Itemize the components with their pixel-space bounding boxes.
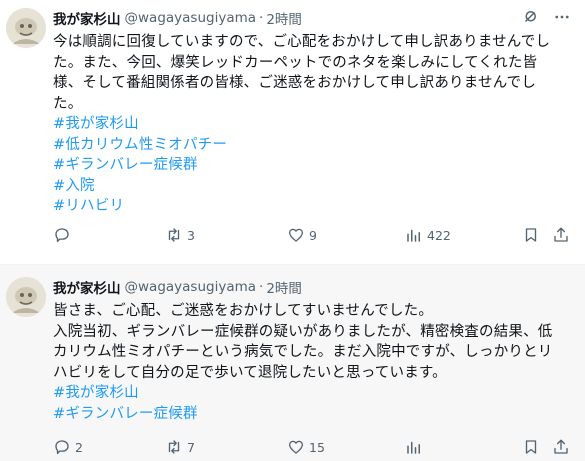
bookmark-icon [525, 440, 537, 454]
heart-icon [288, 228, 304, 242]
tweet-actions: 3 9 422 [0, 226, 585, 246]
like-count: 9 [309, 227, 317, 243]
tweet-header: 我が家杉山 @wagayasugiyama · 2時間 [53, 8, 573, 28]
views-icon [407, 229, 420, 242]
views-count: 422 [427, 227, 451, 243]
bookmark-button[interactable] [522, 438, 540, 456]
avatar-illustration-icon [6, 277, 46, 317]
retweet-icon [168, 440, 180, 454]
bookmark-button[interactable] [522, 226, 540, 244]
timestamp[interactable]: 2時間 [266, 277, 302, 297]
hashtag-link[interactable]: #ギランバレー症候群 [53, 155, 573, 176]
hashtag-link[interactable]: #リハビリ [53, 196, 573, 217]
user-handle[interactable]: @wagayasugiyama [125, 10, 257, 26]
avatar-illustration-icon [6, 8, 46, 48]
more-icon[interactable] [553, 8, 571, 26]
display-name[interactable]: 我が家杉山 [53, 8, 121, 28]
display-name[interactable]: 我が家杉山 [53, 277, 121, 297]
tweet-text-line: 皆さま、ご心配、ご迷惑をおかけしてすいませんでした。 [53, 303, 434, 319]
hashtag-link[interactable]: #我が家杉山 [53, 383, 573, 404]
tweet-header: 我が家杉山 @wagayasugiyama · 2時間 [53, 277, 573, 297]
tweet[interactable]: 我が家杉山 @wagayasugiyama · 2時間 皆さま、ご心配、ご迷惑を… [0, 265, 585, 461]
tweet-text-line: た。また、今回、爆笑レッドカーペットでのネタを楽しみにしてくれた皆 [53, 54, 538, 71]
views-button[interactable] [405, 438, 427, 456]
reply-count: 2 [75, 439, 83, 455]
tweet-content: 我が家杉山 @wagayasugiyama · 2時間 皆さま、ご心配、ご迷惑を… [53, 277, 573, 424]
hashtag-link[interactable]: #我が家杉山 [53, 114, 573, 135]
tweet[interactable]: 我が家杉山 @wagayasugiyama · 2時間 今は順調に回復しています… [0, 0, 585, 265]
tweet-text-line: 今は順調に回復していますので、ご心配をおかけして申し訳ありませんでし [53, 34, 551, 50]
hashtag-link[interactable]: #低カリウム性ミオパチー [53, 135, 573, 156]
separator-dot: · [259, 279, 264, 295]
reply-button[interactable] [53, 226, 75, 244]
tweet-text-line: 様、そして番組関係者の皆様、ご迷惑をおかけして申し訳ありませんでし [53, 75, 537, 91]
timestamp[interactable]: 2時間 [266, 8, 302, 28]
tweet-text-line: ハビリをして自分の足で歩いて退院したいと思っています。 [53, 364, 447, 381]
avatar[interactable] [6, 8, 46, 48]
timeline-feed: 我が家杉山 @wagayasugiyama · 2時間 今は順調に回復しています… [0, 0, 585, 461]
share-button[interactable] [552, 438, 570, 456]
views-icon [407, 441, 420, 454]
like-count: 15 [309, 439, 325, 455]
retweet-button[interactable]: 7 [165, 438, 195, 456]
reply-icon [55, 440, 69, 455]
reply-icon [55, 228, 69, 243]
separator-dot: · [259, 10, 264, 26]
tweet-body: 今は順調に回復していますので、ご心配をおかけして申し訳ありませんでし た。また、… [53, 32, 573, 217]
user-handle[interactable]: @wagayasugiyama [125, 279, 257, 295]
tweet-text-line: カリウム性ミオパチーという病気でした。まだ入院中ですが、しっかりとリ [53, 344, 553, 360]
tweet-body: 皆さま、ご心配、ご迷惑をおかけしてすいませんでした。 入院当初、ギランバレー症候… [53, 301, 573, 424]
share-icon [554, 439, 568, 454]
retweet-button[interactable]: 3 [165, 226, 195, 244]
like-button[interactable]: 9 [287, 226, 317, 244]
like-button[interactable]: 15 [287, 438, 325, 456]
grok-icon[interactable] [521, 8, 539, 26]
hashtag-link[interactable]: #入院 [53, 176, 573, 197]
retweet-icon [168, 228, 180, 242]
tweet-actions: 2 7 15 [0, 438, 585, 458]
retweet-count: 3 [187, 227, 195, 243]
hashtag-link[interactable]: #ギランバレー症候群 [53, 404, 573, 425]
reply-button[interactable]: 2 [53, 438, 83, 456]
tweet-text-line: た。 [53, 95, 83, 112]
avatar[interactable] [6, 277, 46, 317]
tweet-text-line: 入院当初、ギランバレー症候群の疑いがありましたが、精密検査の結果、低 [53, 323, 553, 340]
share-icon [554, 227, 568, 242]
views-button[interactable]: 422 [405, 226, 451, 244]
retweet-count: 7 [187, 439, 195, 455]
heart-icon [288, 440, 304, 454]
tweet-content: 我が家杉山 @wagayasugiyama · 2時間 今は順調に回復しています… [53, 8, 573, 217]
share-button[interactable] [552, 226, 570, 244]
bookmark-icon [525, 228, 537, 242]
